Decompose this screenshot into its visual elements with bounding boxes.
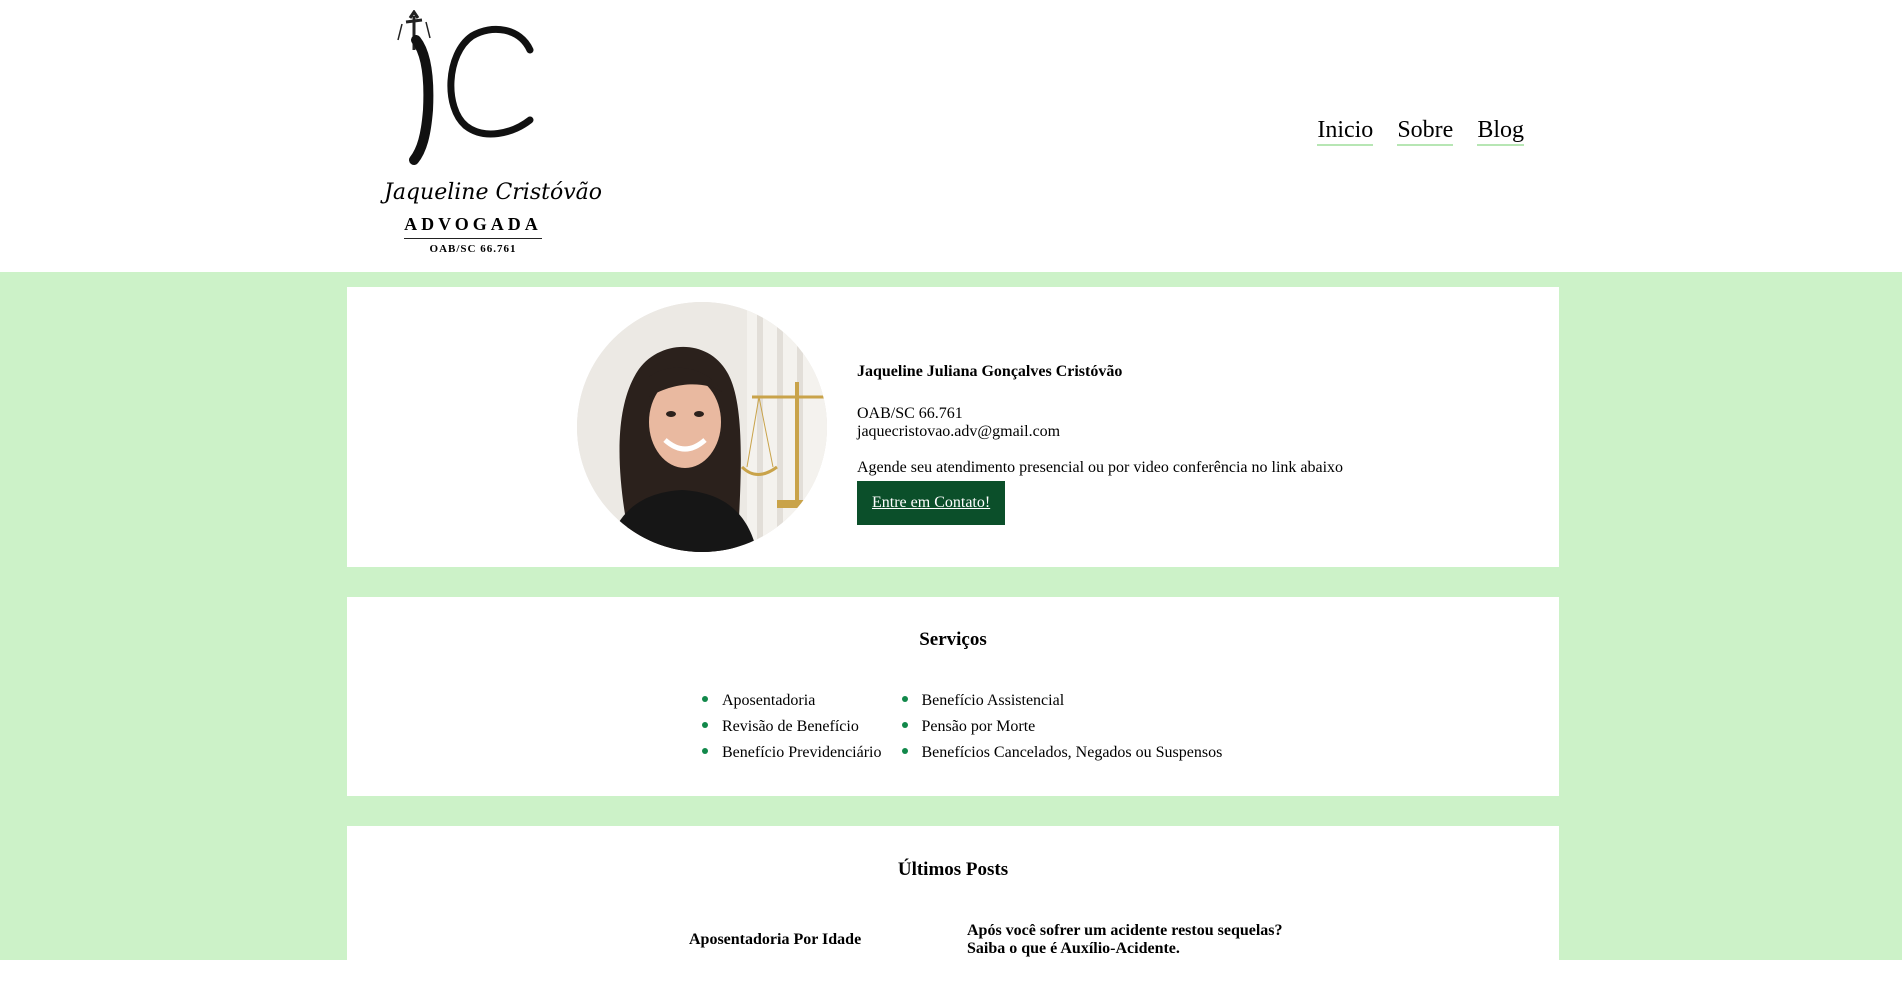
profile-oab: OAB/SC 66.761 — [857, 405, 963, 422]
services-column-2: Benefício Assistencial Pensão por Morte … — [900, 688, 1223, 766]
logo-script-name: Jaqueline Cristóvão — [384, 180, 603, 205]
service-item: Benefício Previdenciário — [700, 740, 882, 766]
services-column-1: Aposentadoria Revisão de Benefício Benef… — [700, 688, 882, 766]
logo-oab: OAB/SC 66.761 — [429, 243, 517, 255]
profile-email[interactable]: jaquecristovao.adv@gmail.com — [857, 423, 1343, 441]
profile-card: Jaqueline Juliana Gonçalves Cristóvão OA… — [347, 287, 1559, 567]
profile-cta-text: Agende seu atendimento presencial ou por… — [857, 459, 1344, 476]
posts-title: Últimos Posts — [897, 859, 1009, 880]
logo[interactable]: Jaqueline Cristóvão ADVOGADA OAB/SC 66.7… — [380, 9, 603, 260]
logo-divider — [404, 238, 542, 239]
nav-link-inicio[interactable]: Inicio — [1317, 117, 1374, 147]
post-link-aposentadoria[interactable]: Aposentadoria Por Idade — [689, 931, 861, 949]
nav-link-blog[interactable]: Blog — [1477, 117, 1524, 147]
lawyer-photo-icon — [577, 302, 827, 552]
profile-name: Jaqueline Juliana Gonçalves Cristóvão — [857, 363, 1123, 380]
avatar — [577, 302, 827, 552]
site-header: Jaqueline Cristóvão ADVOGADA OAB/SC 66.7… — [0, 0, 1902, 272]
services-card: Serviços Aposentadoria Revisão de Benefí… — [347, 597, 1559, 796]
services-title: Serviços — [919, 629, 987, 650]
main-nav: Inicio Sobre Blog — [1317, 117, 1524, 147]
post-link-auxilio-acidente[interactable]: Após você sofrer um acidente restou sequ… — [967, 922, 1283, 958]
post-title-line: Saiba o que é Auxílio-Acidente. — [967, 940, 1180, 957]
posts-card: Últimos Posts Aposentadoria Por Idade Ap… — [347, 826, 1559, 986]
profile-info: Jaqueline Juliana Gonçalves Cristóvão OA… — [857, 363, 1343, 525]
monogram-logo-icon — [397, 9, 534, 165]
service-item: Benefícios Cancelados, Negados ou Suspen… — [900, 740, 1222, 766]
services-list: Aposentadoria Revisão de Benefício Benef… — [700, 688, 1222, 766]
nav-link-sobre[interactable]: Sobre — [1397, 117, 1454, 147]
contact-button[interactable]: Entre em Contato! — [857, 481, 1006, 525]
post-title-line: Após você sofrer um acidente restou sequ… — [967, 922, 1283, 939]
service-item: Pensão por Morte — [900, 714, 1223, 740]
logo-role: ADVOGADA — [404, 214, 542, 234]
service-item: Benefício Assistencial — [900, 688, 1223, 714]
service-item: Aposentadoria — [700, 688, 882, 714]
main-content: Jaqueline Juliana Gonçalves Cristóvão OA… — [0, 272, 1902, 986]
service-item: Revisão de Benefício — [700, 714, 882, 740]
